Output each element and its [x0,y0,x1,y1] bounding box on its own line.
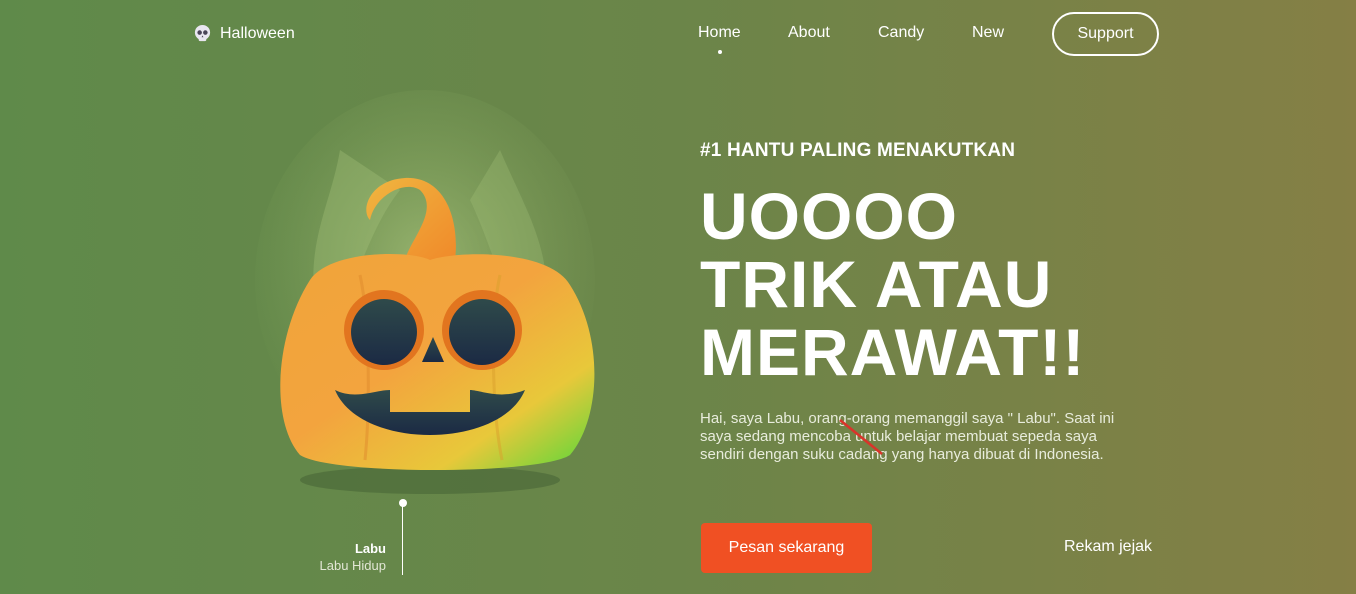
support-button[interactable]: Support [1052,12,1159,56]
hero-description: Hai, saya Labu, orang-orang memanggil sa… [700,410,1115,463]
top-nav: Halloween Home About Candy New Support [0,0,1356,70]
pointer-subtitle: Labu Hidup [319,558,387,573]
nav-item-about[interactable]: About [788,24,830,42]
hero-eyebrow: #1 HANTU PALING MENAKUTKAN [700,140,1016,161]
hero-headline: UOOOO TRIK ATAU MERAWAT!! [700,182,1085,386]
nav-item-new[interactable]: New [972,24,1004,42]
pointer-title: Labu [354,541,386,556]
pointer-dot [399,499,407,507]
order-now-button[interactable]: Pesan sekarang [701,523,872,573]
logo-text: Halloween [220,24,295,42]
nav-item-home[interactable]: Home [698,24,741,42]
red-slash-mark [839,419,883,455]
pumpkin-illustration [240,90,620,510]
track-record-link[interactable]: Rekam jejak [1064,538,1152,556]
nav-item-candy[interactable]: Candy [878,24,924,42]
active-indicator-dot [718,50,722,54]
pumpkin-image [255,90,595,494]
logo[interactable]: Halloween [193,24,295,43]
skull-icon [194,24,211,42]
pointer-line [402,505,403,575]
headline-line-3: MERAWAT!! [700,315,1086,389]
headline-line-1: UOOOO [700,179,959,253]
headline-line-2: TRIK ATAU [700,247,1053,321]
